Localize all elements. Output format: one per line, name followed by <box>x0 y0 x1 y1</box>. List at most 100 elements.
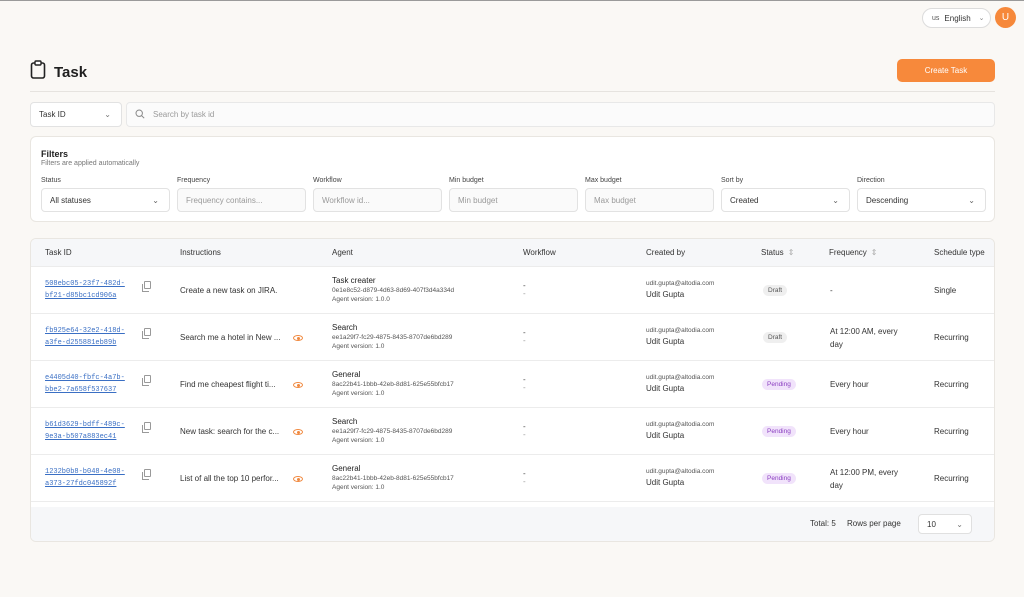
search-field-select[interactable]: Task ID ⌄ <box>30 102 122 127</box>
eye-icon[interactable] <box>293 476 303 482</box>
filter-label: Direction <box>857 177 885 184</box>
task-id-link[interactable]: fb925e64-32e2-418d-a3fe-d255881eb89b <box>45 325 125 349</box>
agent-version: Agent version: 1.0 <box>332 343 385 350</box>
column-task-id[interactable]: Task ID <box>45 239 72 267</box>
task-id-link[interactable]: b61d3629-bdff-489c- 9e3a-b507a883ec41 <box>45 419 125 443</box>
copy-icon[interactable] <box>142 328 151 339</box>
avatar[interactable]: U <box>995 7 1016 28</box>
eye-icon[interactable] <box>293 335 303 341</box>
filter-max-budget: Max budget Max budget <box>585 177 714 212</box>
column-schedule-type[interactable]: Schedule type <box>934 239 985 267</box>
page-title: Task <box>54 63 88 81</box>
task-id-part: e4405d40-fbfc-4a7b- <box>45 374 125 382</box>
sort-by-value: Created <box>730 195 759 205</box>
direction-select[interactable]: Descending ⌄ <box>857 188 986 212</box>
table-row[interactable]: 508ebc05-23f7-482d-bf21-d85bc1cd906a Crea… <box>31 267 994 314</box>
workflow-value: - <box>523 430 526 439</box>
table-row[interactable]: e4405d40-fbfc-4a7b-bbe2-7a658f537637 Find… <box>31 361 994 408</box>
workflow-value: - <box>523 336 526 345</box>
direction-value: Descending <box>866 195 909 205</box>
frequency-cell: - <box>830 284 833 297</box>
column-agent[interactable]: Agent <box>332 239 353 267</box>
task-id-part: b61d3629-bdff-489c- <box>45 421 125 429</box>
sort-by-select[interactable]: Created ⌄ <box>721 188 850 212</box>
status-badge: Pending <box>762 426 796 437</box>
created-by-cell: udit.gupta@altodia.com Udit Gupta <box>646 279 714 301</box>
eye-icon[interactable] <box>293 382 303 388</box>
filter-label: Frequency <box>177 177 211 184</box>
instructions-text: Search me a hotel in New ... <box>180 333 281 342</box>
workflow-value: - <box>523 477 526 486</box>
column-frequency-label: Frequency <box>829 248 867 257</box>
filter-label: Min budget <box>449 177 484 184</box>
schedule-type: Recurring <box>934 333 969 342</box>
agent-id: 8ac22b41-1bbb-42eb-8d81-625e55bfcb17 <box>332 475 454 482</box>
create-task-button[interactable]: Create Task <box>897 59 995 82</box>
frequency-value: day <box>830 340 843 349</box>
agent-name: General <box>332 370 361 379</box>
instructions-text: List of all the top 10 perfor... <box>180 474 279 483</box>
filter-direction: Direction Descending ⌄ <box>857 177 986 212</box>
task-id-link[interactable]: 508ebc05-23f7-482d-bf21-d85bc1cd906a <box>45 278 125 302</box>
frequency-cell: Every hour <box>830 378 869 391</box>
eye-icon[interactable] <box>293 429 303 435</box>
frequency-value: Every hour <box>830 427 869 436</box>
filters-subtitle: Filters are applied automatically <box>41 160 140 167</box>
task-id-part: fb925e64-32e2-418d- <box>45 327 125 335</box>
table-row[interactable]: b61d3629-bdff-489c- 9e3a-b507a883ec41 New … <box>31 408 994 455</box>
language-selector[interactable]: us English ⌄ <box>922 8 991 28</box>
sort-icon[interactable]: ⇕ <box>871 248 878 257</box>
agent-name: Search <box>332 417 358 426</box>
creator-email: udit.gupta@altodia.com <box>646 280 715 287</box>
top-divider <box>0 0 1024 1</box>
filter-status: Status All statuses ⌄ <box>41 177 170 212</box>
column-frequency[interactable]: Frequency ⇕ <box>829 239 878 267</box>
copy-icon[interactable] <box>142 375 151 386</box>
rows-per-page-select[interactable]: 10 ⌄ <box>918 514 972 534</box>
status-select[interactable]: All statuses ⌄ <box>41 188 170 212</box>
copy-icon[interactable] <box>142 422 151 433</box>
search-input[interactable] <box>153 110 953 119</box>
task-id-link[interactable]: 1232b0b8-b048-4e08- a373-27fdc045892f <box>45 466 125 490</box>
frequency-value: - <box>830 286 833 295</box>
frequency-cell: At 12:00 AM, every day <box>830 325 898 351</box>
workflow-cell: -- <box>523 423 526 439</box>
creator-name: Udit Gupta <box>646 431 685 440</box>
filter-label: Status <box>41 177 61 184</box>
column-workflow[interactable]: Workflow <box>523 239 556 267</box>
column-status[interactable]: Status ⇕ <box>761 239 794 267</box>
agent-id: 8ac22b41-1bbb-42eb-8d81-625e55bfcb17 <box>332 381 454 388</box>
schedule-type: Recurring <box>934 474 969 483</box>
schedule-type: Recurring <box>934 427 969 436</box>
search-field-value: Task ID <box>39 110 66 119</box>
agent-name: Task creater <box>332 276 376 285</box>
filter-frequency: Frequency Frequency contains... <box>177 177 306 212</box>
task-id-link[interactable]: e4405d40-fbfc-4a7b-bbe2-7a658f537637 <box>45 372 125 396</box>
creator-name: Udit Gupta <box>646 337 685 346</box>
column-created-by[interactable]: Created by <box>646 239 685 267</box>
table-row[interactable]: fb925e64-32e2-418d-a3fe-d255881eb89b Sear… <box>31 314 994 361</box>
frequency-input[interactable]: Frequency contains... <box>177 188 306 212</box>
filters-panel: Filters Filters are applied automaticall… <box>30 136 995 222</box>
copy-icon[interactable] <box>142 469 151 480</box>
creator-name: Udit Gupta <box>646 384 685 393</box>
column-instructions[interactable]: Instructions <box>180 239 221 267</box>
chevron-down-icon: ⌄ <box>832 195 839 205</box>
task-id-part: 1232b0b8-b048-4e08- <box>45 468 125 476</box>
filter-label: Workflow <box>313 177 342 184</box>
workflow-input[interactable]: Workflow id... <box>313 188 442 212</box>
table-row[interactable]: 1232b0b8-b048-4e08- a373-27fdc045892f List… <box>31 455 994 502</box>
workflow-cell: -- <box>523 282 526 298</box>
frequency-value: At 12:00 PM, every <box>830 468 899 477</box>
filters-title: Filters <box>41 149 69 159</box>
workflow-cell: -- <box>523 470 526 486</box>
chevron-down-icon: ⌄ <box>104 110 111 119</box>
frequency-cell: Every hour <box>830 425 869 438</box>
min-budget-input[interactable]: Min budget <box>449 188 578 212</box>
max-budget-input[interactable]: Max budget <box>585 188 714 212</box>
sort-icon[interactable]: ⇕ <box>788 248 795 257</box>
workflow-cell: -- <box>523 329 526 345</box>
status-badge: Pending <box>762 473 796 484</box>
task-id-part: 9e3a-b507a883ec41 <box>45 433 117 441</box>
copy-icon[interactable] <box>142 281 151 292</box>
